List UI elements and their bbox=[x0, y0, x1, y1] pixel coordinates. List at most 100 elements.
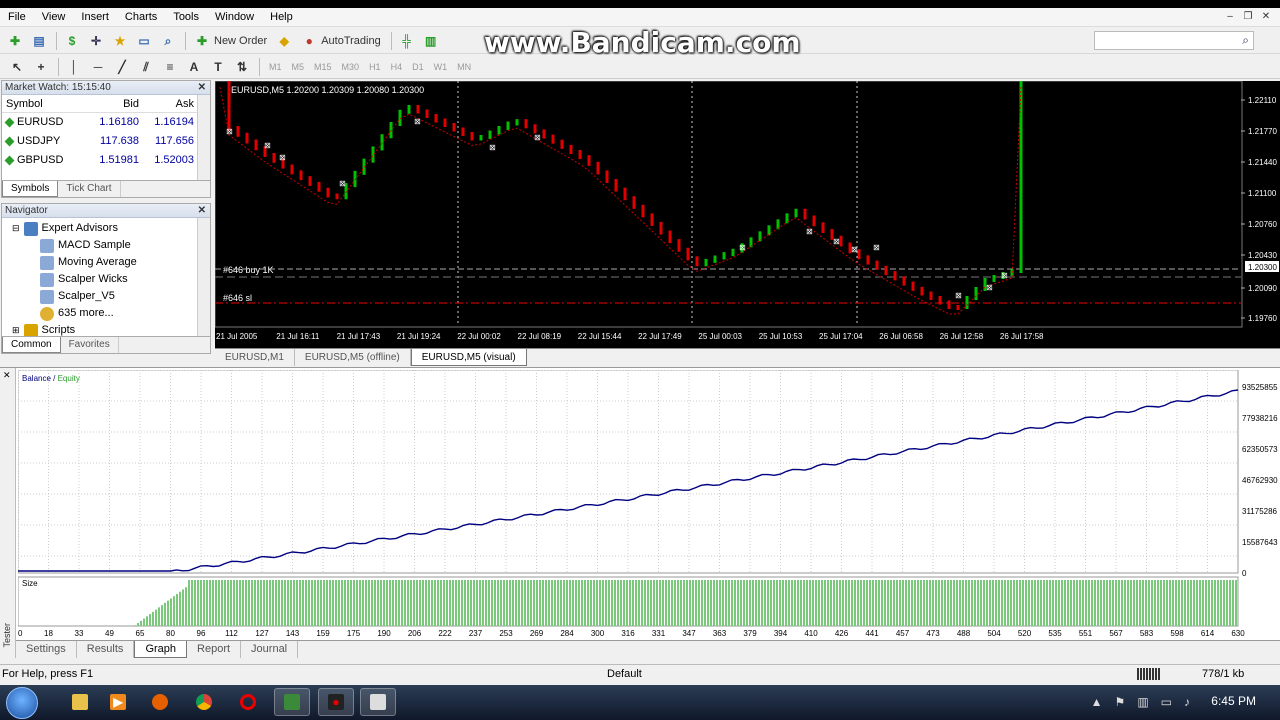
data-window-button[interactable]: ✛ bbox=[85, 30, 107, 52]
minimize-icon[interactable]: – bbox=[1222, 10, 1238, 24]
tab-settings[interactable]: Settings bbox=[16, 641, 77, 658]
metatrader-app[interactable] bbox=[274, 688, 310, 716]
vertical-line-tool[interactable]: │ bbox=[63, 56, 85, 78]
table-row[interactable]: USDJPY 117.638 117.656 bbox=[2, 132, 210, 151]
tab-favorites[interactable]: Favorites bbox=[61, 337, 119, 353]
opera-app[interactable] bbox=[230, 688, 266, 716]
col-symbol[interactable]: Symbol bbox=[2, 95, 82, 112]
close-icon[interactable]: ✕ bbox=[198, 204, 206, 218]
fibo-tool[interactable]: ≡ bbox=[159, 56, 181, 78]
navigator-scrollbar[interactable] bbox=[197, 218, 210, 336]
navigator-button[interactable]: ★ bbox=[109, 30, 131, 52]
close-icon[interactable]: ✕ bbox=[3, 370, 11, 381]
crosshair-tool[interactable]: + bbox=[30, 56, 52, 78]
tab-common[interactable]: Common bbox=[2, 337, 61, 353]
profiles-button[interactable]: ▤ bbox=[28, 30, 50, 52]
market-watch-button[interactable]: $ bbox=[61, 30, 83, 52]
timeframe-m30[interactable]: M30 bbox=[337, 62, 365, 72]
timeframe-mn[interactable]: MN bbox=[452, 62, 476, 72]
tab-eurusd-m1[interactable]: EURUSD,M1 bbox=[215, 349, 295, 366]
nav-item-scalper-v5[interactable]: Scalper_V5 bbox=[12, 288, 210, 305]
tray-network-icon[interactable]: ▥ bbox=[1137, 695, 1148, 709]
menu-tools[interactable]: Tools bbox=[165, 8, 207, 27]
menu-file[interactable]: File bbox=[0, 8, 34, 27]
menu-charts[interactable]: Charts bbox=[117, 8, 165, 27]
timeframe-m1[interactable]: M1 bbox=[264, 62, 287, 72]
firefox-app[interactable] bbox=[142, 688, 178, 716]
explorer-app[interactable] bbox=[62, 688, 98, 716]
close-icon[interactable]: ✕ bbox=[198, 81, 206, 95]
timeframe-m15[interactable]: M15 bbox=[309, 62, 337, 72]
size-bar bbox=[605, 580, 607, 626]
chrome-app[interactable] bbox=[186, 688, 222, 716]
balance-graph[interactable]: 93525855 77938216 62350573 46762930 31175286… bbox=[17, 369, 1280, 638]
tray-arrow-icon[interactable]: ▲ bbox=[1091, 695, 1103, 709]
tab-report[interactable]: Report bbox=[187, 641, 242, 658]
taskbar-clock[interactable]: 6:45 PM bbox=[1211, 694, 1256, 708]
tab-graph[interactable]: Graph bbox=[134, 641, 188, 658]
search-input[interactable]: ⌕ bbox=[1094, 31, 1254, 50]
timeframe-w1[interactable]: W1 bbox=[429, 62, 453, 72]
nav-item-moving-average[interactable]: Moving Average bbox=[12, 254, 210, 271]
nav-item-more[interactable]: 635 more... bbox=[12, 305, 210, 322]
bandicam-app[interactable]: ● bbox=[318, 688, 354, 716]
horizontal-line-tool[interactable]: ─ bbox=[87, 56, 109, 78]
close-icon[interactable]: ✕ bbox=[1258, 10, 1274, 24]
menu-window[interactable]: Window bbox=[207, 8, 262, 27]
candle-chart-button[interactable]: ▥ bbox=[420, 30, 442, 52]
tester-button[interactable]: ⌕ bbox=[157, 30, 179, 52]
media-app[interactable]: ▶ bbox=[100, 688, 136, 716]
tab-journal[interactable]: Journal bbox=[241, 641, 299, 658]
tray-monitor-icon[interactable]: ▭ bbox=[1161, 695, 1172, 709]
col-ask[interactable]: Ask bbox=[139, 95, 194, 112]
menu-help[interactable]: Help bbox=[262, 8, 301, 27]
arrows-tool[interactable]: ⇅ bbox=[231, 56, 253, 78]
metaeditor-button[interactable]: ◆ bbox=[273, 30, 295, 52]
tab-symbols[interactable]: Symbols bbox=[2, 181, 59, 197]
nav-expert-advisors[interactable]: ⊟ Expert Advisors bbox=[12, 220, 210, 237]
size-bar bbox=[863, 580, 865, 626]
timeframe-h4[interactable]: H4 bbox=[386, 62, 408, 72]
nav-item-macd-sample[interactable]: MACD Sample bbox=[12, 237, 210, 254]
tab-tick-chart[interactable]: Tick Chart bbox=[58, 181, 121, 197]
tab-eurusd-m5-visual[interactable]: EURUSD,M5 (visual) bbox=[410, 349, 527, 366]
timeframe-m5[interactable]: M5 bbox=[287, 62, 310, 72]
menu-insert[interactable]: Insert bbox=[73, 8, 117, 27]
table-row[interactable]: EURUSD 1.16180 1.16194 bbox=[2, 113, 210, 132]
autotrading-button[interactable]: ● AutoTrading bbox=[297, 30, 385, 52]
size-bar bbox=[1001, 580, 1003, 626]
fibo-icon: ≡ bbox=[166, 59, 174, 74]
tab-eurusd-m5-offline[interactable]: EURUSD,M5 (offline) bbox=[295, 349, 411, 366]
size-bar bbox=[1181, 580, 1183, 626]
cursor-tool[interactable]: ↖ bbox=[6, 56, 28, 78]
graph-x-tick: 394 bbox=[774, 629, 788, 638]
price-chart[interactable]: EURUSD,M5 1.20200 1.20309 1.20080 1.2030… bbox=[214, 78, 1280, 348]
menu-view[interactable]: View bbox=[34, 8, 74, 27]
market-watch-scrollbar[interactable] bbox=[197, 95, 210, 181]
text-tool[interactable]: A bbox=[183, 56, 205, 78]
restore-icon[interactable]: ❐ bbox=[1240, 10, 1256, 24]
new-order-button[interactable]: ✚ New Order bbox=[190, 30, 271, 52]
tab-results[interactable]: Results bbox=[77, 641, 135, 658]
label-tool[interactable]: T bbox=[207, 56, 229, 78]
collapse-icon[interactable]: ⊟ bbox=[12, 220, 20, 237]
bar-chart-button[interactable]: ╬ bbox=[396, 30, 418, 52]
nav-item-scalper-wicks[interactable]: Scalper Wicks bbox=[12, 271, 210, 288]
size-bar bbox=[539, 580, 541, 626]
timeframe-d1[interactable]: D1 bbox=[407, 62, 429, 72]
tray-flag-icon[interactable]: ⚑ bbox=[1115, 695, 1126, 709]
channel-tool[interactable]: ⫽ bbox=[135, 56, 157, 78]
timeframe-h1[interactable]: H1 bbox=[364, 62, 386, 72]
tray-volume-icon[interactable]: ♪ bbox=[1184, 695, 1190, 709]
table-row[interactable]: GBPUSD 1.51981 1.52003 bbox=[2, 151, 210, 170]
trendline-tool[interactable]: ╱ bbox=[111, 56, 133, 78]
col-bid[interactable]: Bid bbox=[82, 95, 139, 112]
price-chart-canvas[interactable]: EURUSD,M5 1.20200 1.20309 1.20080 1.2030… bbox=[214, 78, 1280, 348]
start-button[interactable] bbox=[6, 687, 38, 719]
new-chart-button[interactable]: ✚ bbox=[4, 30, 26, 52]
terminal-button[interactable]: ▭ bbox=[133, 30, 155, 52]
window-app[interactable] bbox=[360, 688, 396, 716]
size-bar bbox=[1046, 580, 1048, 626]
size-bar bbox=[566, 580, 568, 626]
size-bar bbox=[623, 580, 625, 626]
